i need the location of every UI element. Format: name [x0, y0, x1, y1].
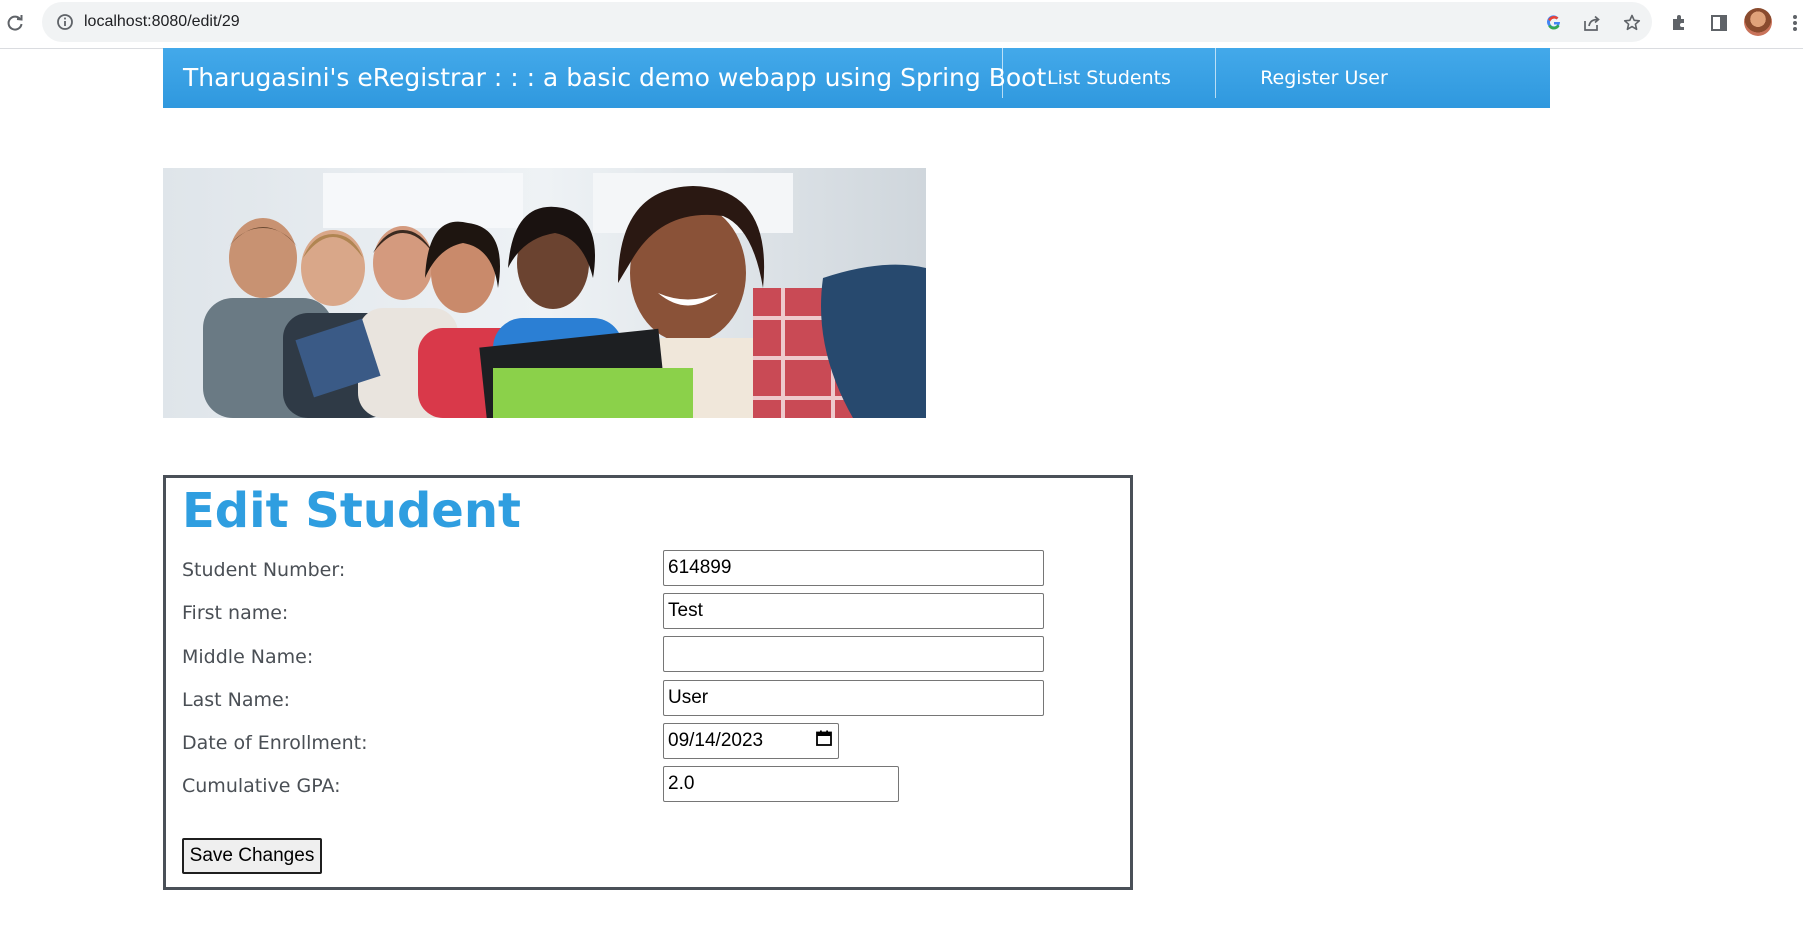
- side-panel-icon[interactable]: [1704, 8, 1734, 38]
- enrollment-date-input[interactable]: 09/14/2023: [663, 723, 839, 759]
- google-lens-icon[interactable]: [1543, 12, 1565, 34]
- reload-icon[interactable]: [0, 8, 30, 38]
- students-photo-icon: [163, 168, 926, 418]
- form-title: Edit Student: [182, 483, 521, 539]
- profile-avatar[interactable]: [1744, 8, 1772, 36]
- students-banner-image: [163, 168, 926, 418]
- nav-register-user[interactable]: Register User: [1216, 48, 1432, 108]
- gpa-label: Cumulative GPA:: [182, 775, 341, 797]
- address-bar[interactable]: localhost:8080/edit/29: [42, 2, 1652, 42]
- share-icon[interactable]: [1581, 12, 1603, 34]
- site-info-icon[interactable]: [56, 13, 74, 35]
- extensions-icon[interactable]: [1664, 8, 1694, 38]
- student-number-label: Student Number:: [182, 559, 346, 581]
- enrollment-date-value: 09/14/2023: [668, 730, 764, 751]
- gpa-input[interactable]: [663, 766, 899, 802]
- first-name-label: First name:: [182, 602, 289, 624]
- middle-name-input[interactable]: [663, 636, 1044, 672]
- student-number-input[interactable]: [663, 550, 1044, 586]
- url-text[interactable]: localhost:8080/edit/29: [84, 13, 240, 31]
- enrollment-date-label: Date of Enrollment:: [182, 732, 368, 754]
- last-name-label: Last Name:: [182, 689, 291, 711]
- first-name-input[interactable]: [663, 593, 1044, 629]
- save-changes-button[interactable]: Save Changes: [182, 838, 322, 874]
- menu-kebab-icon[interactable]: [1787, 8, 1803, 38]
- brand-title[interactable]: Tharugasini's eRegistrar : : : a basic d…: [183, 48, 1046, 108]
- last-name-input[interactable]: [663, 680, 1044, 716]
- browser-toolbar: localhost:8080/edit/29: [0, 0, 1803, 49]
- calendar-icon[interactable]: [816, 724, 832, 758]
- edit-student-form: Edit Student Student Number: First name:…: [163, 475, 1133, 890]
- middle-name-label: Middle Name:: [182, 646, 314, 668]
- bookmark-star-icon[interactable]: [1621, 12, 1643, 34]
- app-header: Tharugasini's eRegistrar : : : a basic d…: [163, 48, 1550, 108]
- nav-list-students[interactable]: List Students: [1003, 48, 1215, 108]
